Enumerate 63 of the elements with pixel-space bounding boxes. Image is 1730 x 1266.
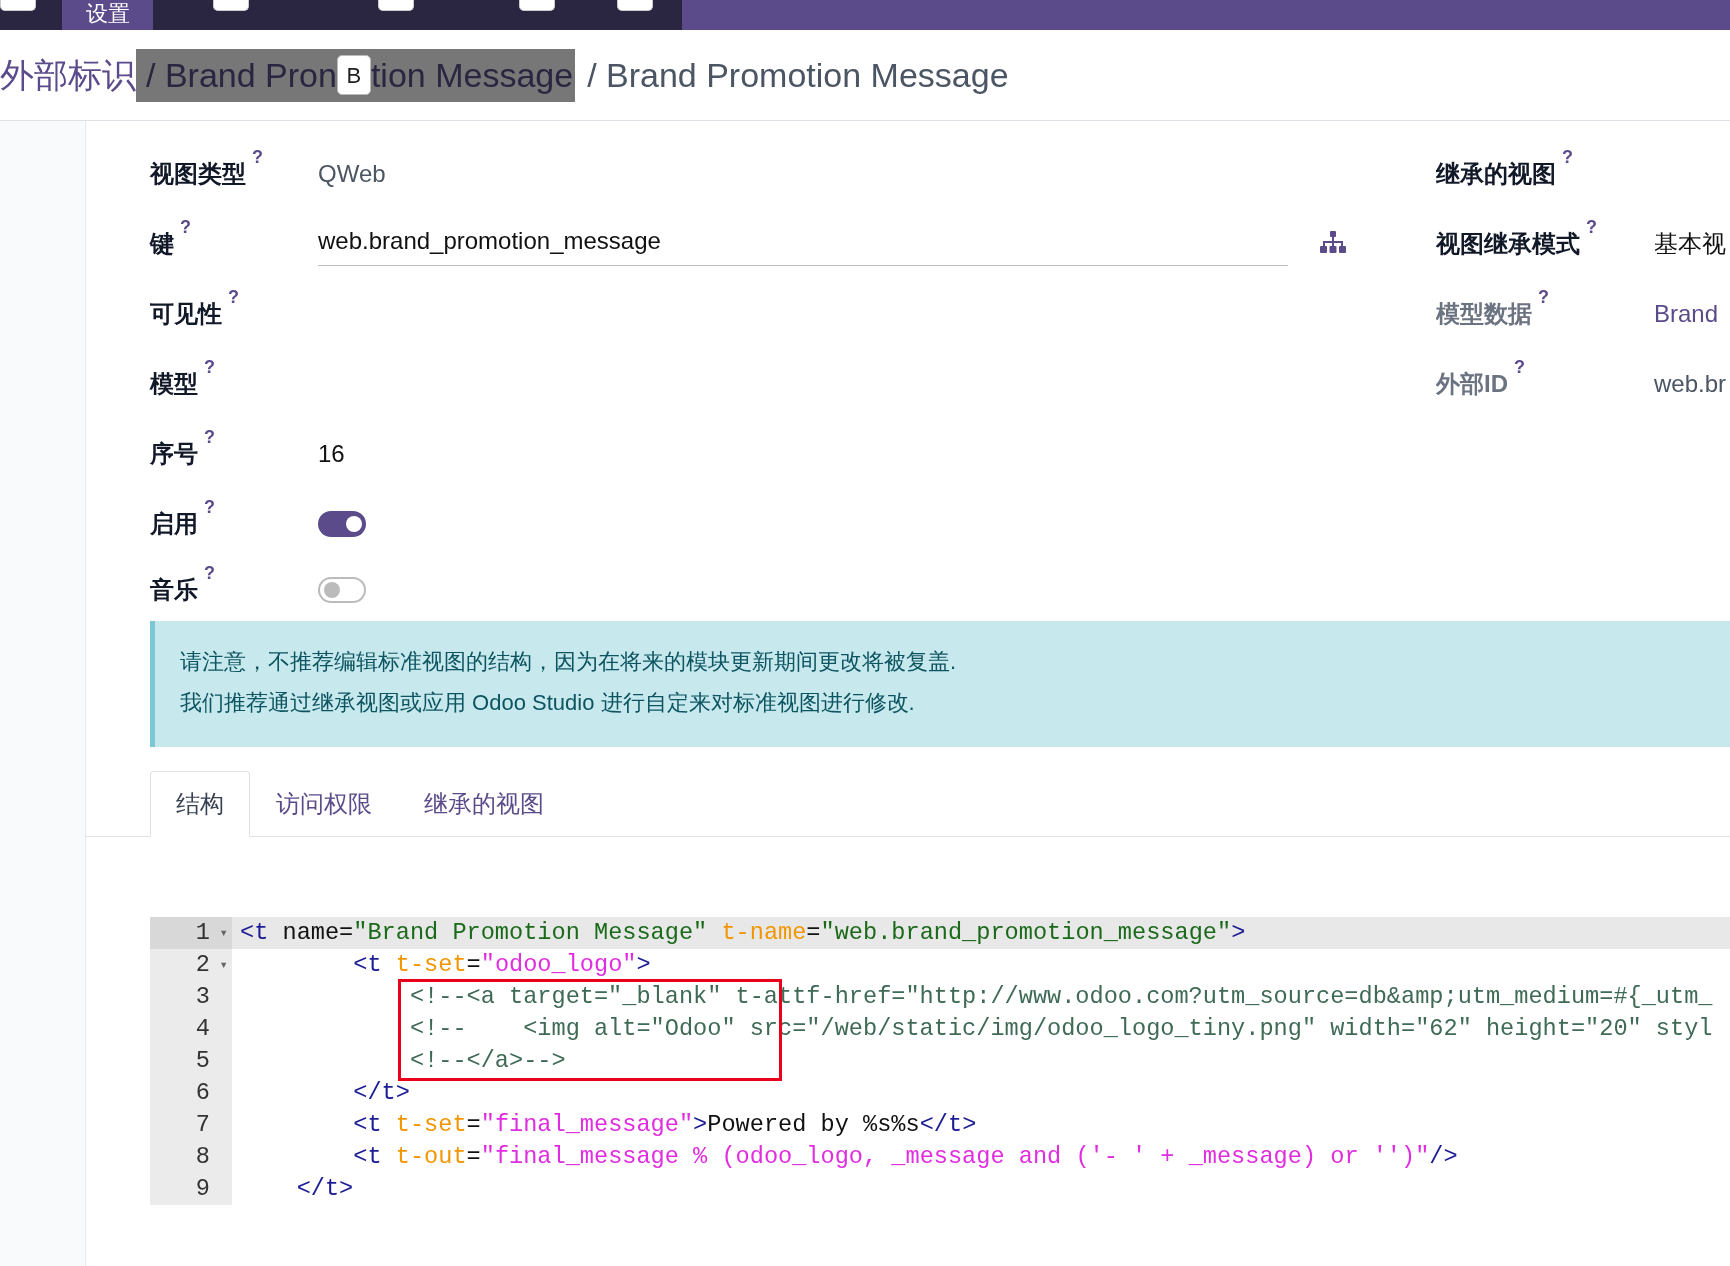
field-value: 16 (318, 439, 345, 469)
alert-text: 我们推荐通过继承视图或应用 Odoo Studio 进行自定来对标准视图进行修改. (180, 689, 916, 717)
help-tooltip[interactable]: ? (1514, 358, 1525, 376)
help-tooltip[interactable]: ? (1562, 148, 1573, 166)
help-tooltip[interactable]: ? (1586, 218, 1597, 236)
line-number: 9 (195, 1174, 210, 1205)
field-label: 外部ID (1436, 369, 1508, 399)
line-number: 2 (195, 950, 210, 981)
record-link[interactable]: Brand (1654, 296, 1719, 332)
code-line: <t name="Brand Promotion Message" t-name="web.brand_promotion_message"> (239, 918, 1246, 949)
field-label: 视图继承模式 (1436, 229, 1580, 259)
fold-toggle[interactable]: ▾ (219, 922, 228, 944)
help-tooltip[interactable]: ? (204, 358, 215, 376)
line-number: 8 (195, 1142, 210, 1173)
code-line: </t> (295, 1174, 354, 1205)
line-number: 7 (195, 1110, 210, 1141)
code-line: </t> (352, 1078, 410, 1109)
help-tooltip[interactable]: ? (204, 564, 215, 582)
field-label: 序号 (150, 439, 198, 469)
toggle-switch[interactable] (318, 511, 366, 537)
help-tooltip[interactable]: ? (204, 498, 215, 516)
hotkey-badge (213, 0, 249, 11)
code-line: <!--</a>--> (408, 1046, 566, 1077)
help-tooltip[interactable]: ? (228, 288, 239, 306)
field-label: 视图类型 (150, 159, 246, 189)
hierarchy-icon[interactable] (1320, 231, 1346, 253)
tab[interactable]: 结构 (150, 771, 250, 837)
menu-item[interactable]: 设置 (62, 0, 153, 30)
help-tooltip[interactable]: ? (1538, 288, 1549, 306)
line-number: 4 (195, 1014, 210, 1045)
field-label: 继承的视图 (1436, 159, 1556, 189)
toggle-switch[interactable] (318, 577, 366, 603)
field-label: 启用 (150, 509, 198, 539)
tab[interactable]: 访问权限 (250, 771, 398, 837)
hotkey-badge (519, 0, 555, 11)
line-number: 3 (195, 982, 210, 1013)
line-number: 5 (195, 1046, 210, 1077)
code-line: <t t-set="final_message">Powered by %s%s</t> (352, 1110, 977, 1141)
code-line: <t t-out="final_message % (odoo_logo, _message and ('- ' + _message) or '')"/> (352, 1142, 1458, 1173)
hotkey-badge (0, 0, 36, 11)
field-value: QWeb (318, 159, 386, 189)
field-value: 基本视 (1654, 229, 1726, 259)
text-input[interactable]: web.brand_promotion_message (318, 222, 1288, 266)
breadcrumb-link[interactable]: 外部标识 (0, 49, 136, 101)
hotkey-badge: B (336, 55, 371, 95)
breadcrumb-current: / Brand Promotion Message (587, 54, 1009, 96)
field-label: 模型 (150, 369, 198, 399)
line-number: 6 (195, 1078, 210, 1109)
help-tooltip[interactable]: ? (204, 428, 215, 446)
help-tooltip[interactable]: ? (180, 218, 191, 236)
alert-text: 请注意，不推荐编辑标准视图的结构，因为在将来的模块更新期间更改将被复盖. (180, 648, 958, 676)
hotkey-badge (617, 0, 653, 11)
field-label: 可见性 (150, 299, 222, 329)
field-label: 模型数据 (1436, 299, 1532, 329)
field-value: web.br (1654, 369, 1727, 399)
help-tooltip[interactable]: ? (252, 148, 263, 166)
hotkey-badge (378, 0, 414, 11)
field-label: 键 (150, 229, 174, 259)
code-line: <t t-set="odoo_logo"> (352, 950, 651, 981)
line-number: 1 (195, 918, 210, 949)
field-label: 音乐 (150, 575, 198, 605)
fold-toggle[interactable]: ▾ (219, 954, 228, 976)
tab[interactable]: 继承的视图 (398, 771, 570, 837)
